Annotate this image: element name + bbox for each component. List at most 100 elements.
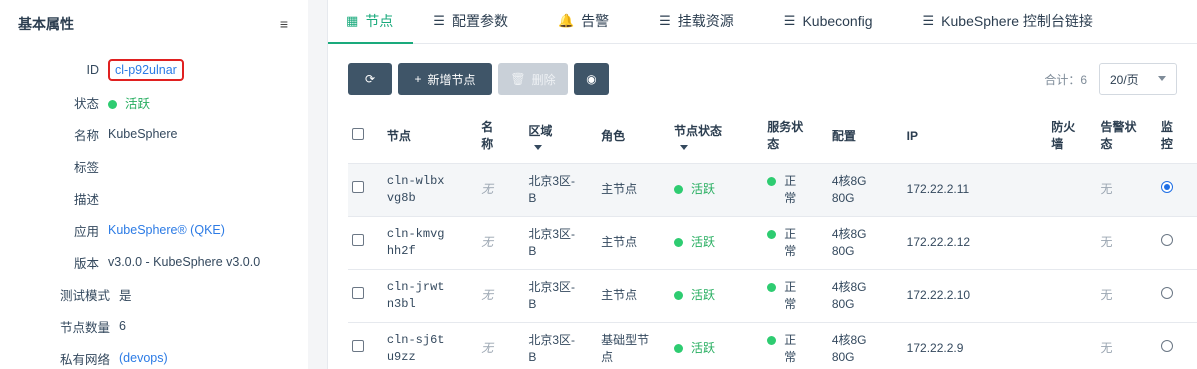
zone-cell: 北京3区-B (524, 216, 598, 270)
row-select-cell (348, 216, 383, 270)
monitor-radio[interactable] (1160, 340, 1173, 352)
ip-value: 172.22.2.9 (906, 341, 964, 355)
ip-value: 172.22.2.10 (906, 288, 971, 302)
zone-value: 北京3区-B (528, 226, 576, 258)
table-header-row: 节点 名称 区域 角色 节点状态 服务状态 配置 IP 防火墙 告警状态 监控 (348, 110, 1197, 164)
monitor-radio[interactable] (1160, 181, 1173, 193)
role-cell: 主节点 (597, 163, 670, 217)
table-row[interactable]: cln-wlbxvg8b 无 北京3区-B 主节点 活跃 正常 4核8G 80G 172.22… (348, 163, 1197, 217)
row-checkbox[interactable] (352, 340, 364, 352)
node-id-link[interactable]: cln-wlbxvg8b (387, 173, 447, 207)
eye-icon: ◉ (586, 72, 597, 86)
property-link[interactable]: KubeSphere® (QKE) (108, 223, 225, 237)
status-dot-icon (673, 291, 683, 301)
sort-down-icon[interactable] (534, 144, 543, 150)
ip-value: 172.22.2.11 (906, 182, 970, 196)
property-row: 应用 KubeSphere® (QKE) (0, 214, 308, 246)
property-row: 状态 活跃 (0, 86, 308, 118)
view-button[interactable]: ◉ (574, 63, 609, 95)
row-checkbox[interactable] (352, 181, 364, 193)
node-id-link[interactable]: cln-jrwtn3bl (387, 279, 447, 313)
node-id-link[interactable]: cln-sj6tu9zz (387, 332, 447, 366)
property-label: ID (86, 63, 100, 77)
zone-value: 北京3区-B (528, 173, 576, 205)
table-row[interactable]: cln-kmvghh2f 无 北京3区-B 主节点 活跃 正常 4核8G 80G 172.22… (348, 216, 1197, 270)
node-status-cell: 活跃 (669, 322, 764, 369)
select-all-checkbox[interactable] (352, 127, 364, 140)
grid-icon: ▦ (346, 13, 359, 28)
header-firewall-label: 防火墙 (1051, 120, 1076, 152)
property-value: KubeSphere (108, 127, 178, 141)
total-count: 合计：6 (1044, 72, 1087, 87)
property-link[interactable]: (devops) (119, 351, 168, 365)
header-zone-label: 区域 (528, 123, 553, 138)
trash-icon: 🗑 (510, 72, 526, 86)
table-row[interactable]: cln-jrwtn3bl 无 北京3区-B 主节点 活跃 正常 4核8G 80G 172.22… (348, 269, 1197, 323)
service-status-value: 正常 (784, 173, 797, 205)
row-select-cell (348, 322, 383, 369)
tab-label: Kubeconfig (802, 13, 873, 29)
header-node-status-label: 节点状态 (673, 123, 722, 138)
zone-cell: 北京3区-B (524, 322, 598, 369)
property-label: 私有网络 (60, 352, 111, 367)
service-status-cell: 正常 (763, 163, 828, 217)
monitor-cell (1156, 269, 1197, 323)
node-status-value: 活跃 (690, 182, 715, 196)
service-status-cell: 正常 (763, 322, 828, 369)
cluster-id-link[interactable]: cl-p92ulnar (108, 59, 184, 81)
delete-button[interactable]: 🗑 删除 (498, 63, 568, 95)
property-value: cl-p92ulnar (108, 59, 184, 81)
page-size-select[interactable]: 20/页 (1099, 63, 1177, 95)
properties-panel: 基本属性 ≡ ID cl-p92ulnar 状态 活跃 名称 KubeSphere 标签描述… (0, 0, 308, 369)
role-value: 主节点 (601, 288, 638, 302)
property-row: 描述 (0, 182, 308, 214)
tab-0[interactable]: ▦ 节点 (328, 0, 414, 44)
tab-5[interactable]: ☰ KubeSphere 控制台链接 (901, 0, 1121, 43)
role-value: 主节点 (601, 182, 638, 196)
header-role: 角色 (597, 110, 670, 164)
row-select-cell (348, 269, 383, 323)
header-name-label: 名称 (481, 120, 494, 152)
monitor-radio[interactable] (1160, 287, 1173, 299)
property-row: 测试模式是 (0, 278, 308, 310)
alarm-cell: 无 (1096, 216, 1157, 270)
role-value: 基础型节点 (601, 332, 650, 364)
header-config: 配置 (827, 110, 903, 164)
node-cell: cln-wlbxvg8b (382, 163, 478, 217)
tab-2[interactable]: 🔔 告警 (536, 0, 637, 43)
property-value: 是 (119, 288, 132, 303)
menu-icon[interactable]: ≡ (280, 16, 288, 32)
row-checkbox[interactable] (352, 287, 364, 299)
header-firewall: 防火墙 (1047, 110, 1097, 164)
toolbar: ⟳ + 新增节点 🗑 删除 ◉ 合计：6 20/页 (348, 63, 1177, 95)
name-cell: 无 (477, 322, 525, 369)
property-row: 名称 KubeSphere (0, 118, 308, 150)
tab-3[interactable]: ☰ 挂载资源 (637, 0, 762, 43)
firewall-cell (1047, 216, 1097, 270)
monitor-cell (1156, 322, 1197, 369)
name-cell: 无 (477, 269, 525, 323)
page-size-value: 20/页 (1110, 72, 1139, 87)
properties-title: 基本属性 (18, 16, 74, 32)
sort-down-icon[interactable] (679, 144, 688, 150)
tab-1[interactable]: ☰ 配置参数 (413, 0, 536, 43)
refresh-button[interactable]: ⟳ (348, 63, 392, 95)
node-id-link[interactable]: cln-kmvghh2f (387, 226, 447, 260)
property-label: 版本 (73, 256, 99, 271)
table-row[interactable]: cln-sj6tu9zz 无 北京3区-B 基础型节点 活跃 正常 4核8G 80G 172.… (348, 322, 1197, 369)
monitor-radio[interactable] (1160, 234, 1173, 246)
firewall-cell (1047, 163, 1097, 217)
config-value: 4核8G 80G (831, 173, 867, 205)
alarm-cell: 无 (1096, 269, 1157, 323)
property-label: 标签 (73, 160, 99, 175)
header-zone[interactable]: 区域 (524, 110, 598, 164)
header-node-status[interactable]: 节点状态 (669, 110, 764, 164)
role-cell: 主节点 (597, 269, 670, 323)
ip-cell: 172.22.2.10 (902, 269, 1048, 323)
tab-label: 挂载资源 (677, 13, 734, 29)
property-value: 6 (119, 319, 126, 333)
add-node-button[interactable]: + 新增节点 (398, 63, 492, 95)
firewall-cell (1047, 322, 1097, 369)
tab-4[interactable]: ☰ Kubeconfig (762, 0, 901, 43)
row-checkbox[interactable] (352, 234, 364, 246)
